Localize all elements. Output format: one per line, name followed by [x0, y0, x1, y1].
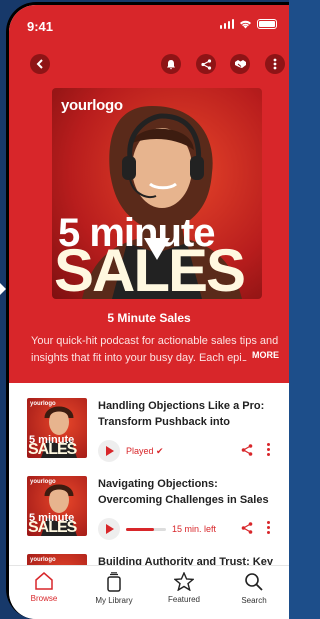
status-bar: 9:41: [9, 5, 289, 45]
episode-thumbnail: yourlogo 5 minute SALES: [27, 476, 87, 536]
vertical-ellipsis-icon: [273, 58, 277, 70]
thumbnail-logo: yourlogo: [30, 401, 56, 407]
more-description-button[interactable]: MORE: [242, 349, 279, 360]
back-button[interactable]: [30, 54, 50, 74]
checkmark-icon: ✔: [156, 446, 164, 456]
thumbnail-logo: yourlogo: [30, 479, 56, 485]
thumbnail-logo: yourlogo: [30, 557, 56, 563]
played-status: Played ✔: [126, 446, 164, 456]
play-button[interactable]: [98, 440, 120, 462]
tab-label: Featured: [167, 595, 201, 604]
episode-row[interactable]: yourlogo 5 minute SALES Navigating Objec…: [9, 476, 289, 556]
library-icon: [107, 572, 121, 592]
episode-title[interactable]: Handling Objections Like a Pro: Transfor…: [98, 398, 283, 430]
status-icons: [219, 19, 277, 29]
search-icon: [245, 573, 263, 591]
podcast-header: 9:41 yourlogo 5 minute SALES 5 Minute Sa…: [9, 5, 289, 383]
screen: 9:41 yourlogo 5 minute SALES 5 Minute Sa…: [9, 5, 289, 619]
episode-title[interactable]: Navigating Objections: Overcoming Challe…: [98, 476, 283, 508]
bell-icon: [167, 59, 175, 69]
previous-screen-indicator-icon: [0, 282, 6, 296]
phone-frame: 9:41 yourlogo 5 minute SALES 5 Minute Sa…: [6, 2, 289, 619]
cellular-signal-icon: [219, 19, 234, 29]
cover-logo: yourlogo: [61, 97, 123, 114]
play-icon: [106, 524, 114, 534]
podcast-cover-art: yourlogo 5 minute SALES: [52, 88, 262, 299]
home-icon: [35, 572, 53, 590]
clock: 9:41: [27, 19, 54, 34]
tab-label: Search: [241, 596, 267, 605]
episode-progress-bar: [126, 528, 166, 531]
tab-search[interactable]: Search: [219, 566, 289, 619]
handshake-icon: [234, 60, 246, 68]
thumbnail-title-line2: SALES: [28, 441, 77, 458]
follow-podcast-button[interactable]: [230, 54, 250, 74]
wifi-icon: [240, 20, 251, 29]
play-button[interactable]: [98, 518, 120, 540]
play-icon: [106, 446, 114, 456]
thumbnail-title-line2: SALES: [28, 519, 77, 536]
bottom-tab-bar: Browse My Library Featured Search: [9, 565, 289, 619]
tab-featured[interactable]: Featured: [149, 566, 219, 619]
episode-row[interactable]: yourlogo 5 minute SALES Handling Objecti…: [9, 398, 289, 478]
time-left: 15 min. left: [172, 524, 217, 534]
battery-icon: [257, 19, 277, 29]
tab-label: Browse: [30, 594, 58, 603]
progress-fill: [126, 528, 154, 531]
episode-more-options-icon[interactable]: [267, 443, 270, 456]
episode-thumbnail: yourlogo 5 minute SALES: [27, 398, 87, 458]
share-episode-icon[interactable]: [241, 522, 253, 534]
notifications-button[interactable]: [161, 54, 181, 74]
cover-title-line2: SALES: [54, 237, 246, 299]
star-icon: [174, 572, 194, 591]
episode-more-options-icon[interactable]: [267, 521, 270, 534]
tab-label: My Library: [95, 596, 133, 605]
tab-browse[interactable]: Browse: [9, 566, 79, 619]
tab-my-library[interactable]: My Library: [79, 566, 149, 619]
more-options-button[interactable]: [265, 54, 285, 74]
chevron-left-icon: [36, 59, 43, 69]
share-podcast-button[interactable]: [196, 54, 216, 74]
share-icon: [200, 58, 211, 70]
podcast-title: 5 Minute Sales: [107, 311, 191, 325]
share-episode-icon[interactable]: [241, 444, 253, 456]
